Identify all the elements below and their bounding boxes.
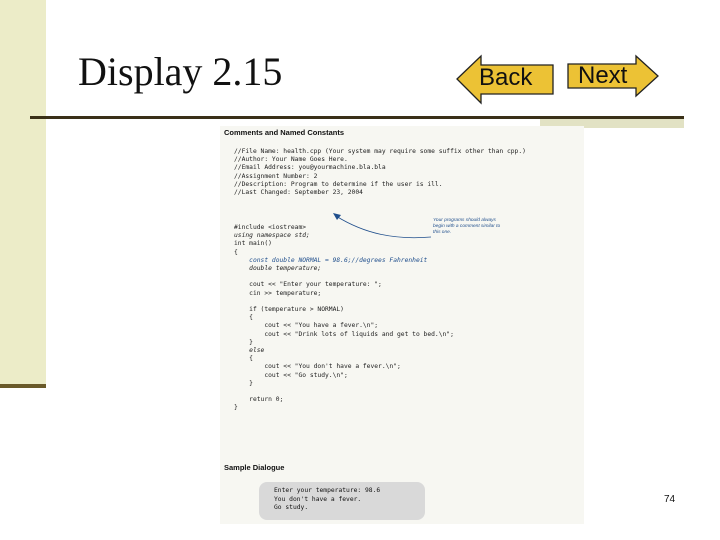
- sample-dialog-output: Enter your temperature: 98.6 You don't h…: [274, 487, 380, 513]
- page-number: 74: [664, 494, 676, 505]
- code-line: int main(): [234, 240, 272, 248]
- sample-dialog-box: Enter your temperature: 98.6 You don't h…: [259, 482, 425, 520]
- dialog-line: Go study.: [274, 504, 309, 512]
- code-line: cout << "Go study.\n";: [234, 371, 348, 379]
- code-line: }: [234, 338, 253, 346]
- code-line: #include <iostream>: [234, 224, 307, 231]
- code-line: cout << "You don't have a fever.\n";: [234, 363, 401, 371]
- code-line: cin >> temperature;: [234, 289, 322, 297]
- dialog-line: Enter your temperature: 98.6: [274, 487, 381, 494]
- code-line: {: [234, 248, 238, 256]
- next-button[interactable]: Next: [578, 62, 627, 90]
- code-line: cout << "You have a fever.\n";: [234, 322, 379, 330]
- decorative-left-bar: [0, 0, 46, 384]
- code-line: double temperature;: [234, 265, 322, 273]
- code-line: }: [234, 379, 253, 387]
- back-button[interactable]: Back: [479, 64, 532, 92]
- code-line: {: [234, 355, 253, 363]
- decorative-left-bar-edge: [0, 384, 46, 388]
- code-line: if (temperature > NORMAL): [234, 306, 344, 314]
- code-display-figure: Comments and Named Constants //File Name…: [220, 126, 584, 524]
- code-line: }: [234, 404, 238, 412]
- program-source: #include <iostream> using namespace std;…: [234, 224, 454, 413]
- code-line: cout << "Drink lots of liquids and get t…: [234, 330, 454, 338]
- code-line: else: [234, 347, 265, 355]
- code-line: cout << "Enter your temperature: ";: [234, 281, 382, 289]
- slide-title: Display 2.15: [78, 49, 283, 94]
- code-line: using namespace std;: [234, 232, 310, 240]
- code-line: {: [234, 314, 253, 322]
- code-line-const: const double NORMAL = 98.6;//degrees Fah…: [234, 256, 428, 264]
- dialog-line: You don't have a fever.: [274, 495, 362, 503]
- dialog-heading: Sample Dialogue: [224, 463, 285, 472]
- code-line: return 0;: [234, 396, 284, 404]
